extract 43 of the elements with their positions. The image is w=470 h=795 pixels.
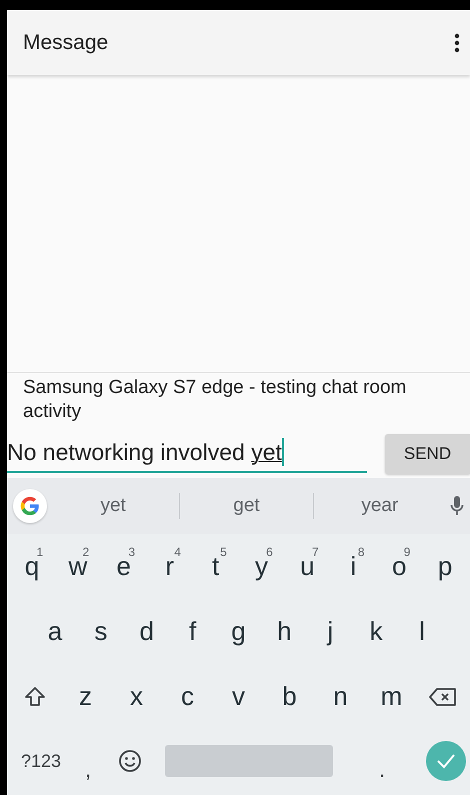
checkmark-icon xyxy=(436,753,456,769)
letter-key[interactable]: j xyxy=(307,602,354,662)
suggestion-chip[interactable]: year xyxy=(314,494,446,518)
app-title: Message xyxy=(23,30,108,54)
smiley-icon xyxy=(118,749,142,773)
letter-key[interactable]: s xyxy=(78,602,124,662)
punctuation-key[interactable]: , xyxy=(73,739,103,783)
send-button[interactable]: SEND xyxy=(385,434,470,474)
suggestion-chip[interactable]: yet xyxy=(47,494,180,518)
letter-key[interactable]: g xyxy=(216,602,262,662)
chat-message: Samsung Galaxy S7 edge - testing chat room activity xyxy=(23,376,408,424)
letter-key[interactable]: o$^{9}$ xyxy=(376,536,422,596)
letter-key[interactable]: x xyxy=(111,666,162,726)
letter-key[interactable]: i$^{8}$ xyxy=(330,536,376,596)
letter-key[interactable]: u$^{7}$ xyxy=(284,536,330,596)
letter-key[interactable]: v xyxy=(213,666,264,726)
letter-key[interactable]: q$^{1}$ xyxy=(9,536,55,596)
letter-key[interactable]: a xyxy=(32,602,78,662)
letter-key[interactable]: b xyxy=(264,666,315,726)
letter-key[interactable]: f xyxy=(170,602,216,662)
symbols-key[interactable]: ?123 xyxy=(13,739,69,783)
letter-key[interactable]: r$^{4}$ xyxy=(146,536,193,596)
microphone-icon[interactable] xyxy=(450,495,464,517)
letter-key[interactable]: h xyxy=(261,602,308,662)
letter-key[interactable]: c xyxy=(162,666,213,726)
punctuation-key[interactable]: . xyxy=(367,739,397,783)
letter-key[interactable]: p xyxy=(422,536,468,596)
google-logo-icon[interactable] xyxy=(13,489,47,523)
letter-key[interactable]: z xyxy=(60,666,111,726)
shift-icon xyxy=(24,686,46,708)
letter-key[interactable]: k xyxy=(353,602,400,662)
letter-key[interactable]: d xyxy=(124,602,170,662)
suggestion-chip[interactable]: get xyxy=(180,494,313,518)
message-field[interactable]: No networking involved yet xyxy=(7,435,367,473)
letter-key[interactable]: e$^{3}$ xyxy=(100,536,147,596)
backspace-icon xyxy=(428,686,458,708)
letter-key[interactable]: l xyxy=(399,602,446,662)
letter-key[interactable]: w$^{2}$ xyxy=(54,536,101,596)
letter-key[interactable]: t$^{5}$ xyxy=(192,536,239,596)
more-options-icon[interactable] xyxy=(454,32,460,52)
letter-key[interactable]: y$^{6}$ xyxy=(238,536,284,596)
letter-key[interactable]: m xyxy=(366,666,417,726)
letter-key[interactable]: n xyxy=(315,666,366,726)
